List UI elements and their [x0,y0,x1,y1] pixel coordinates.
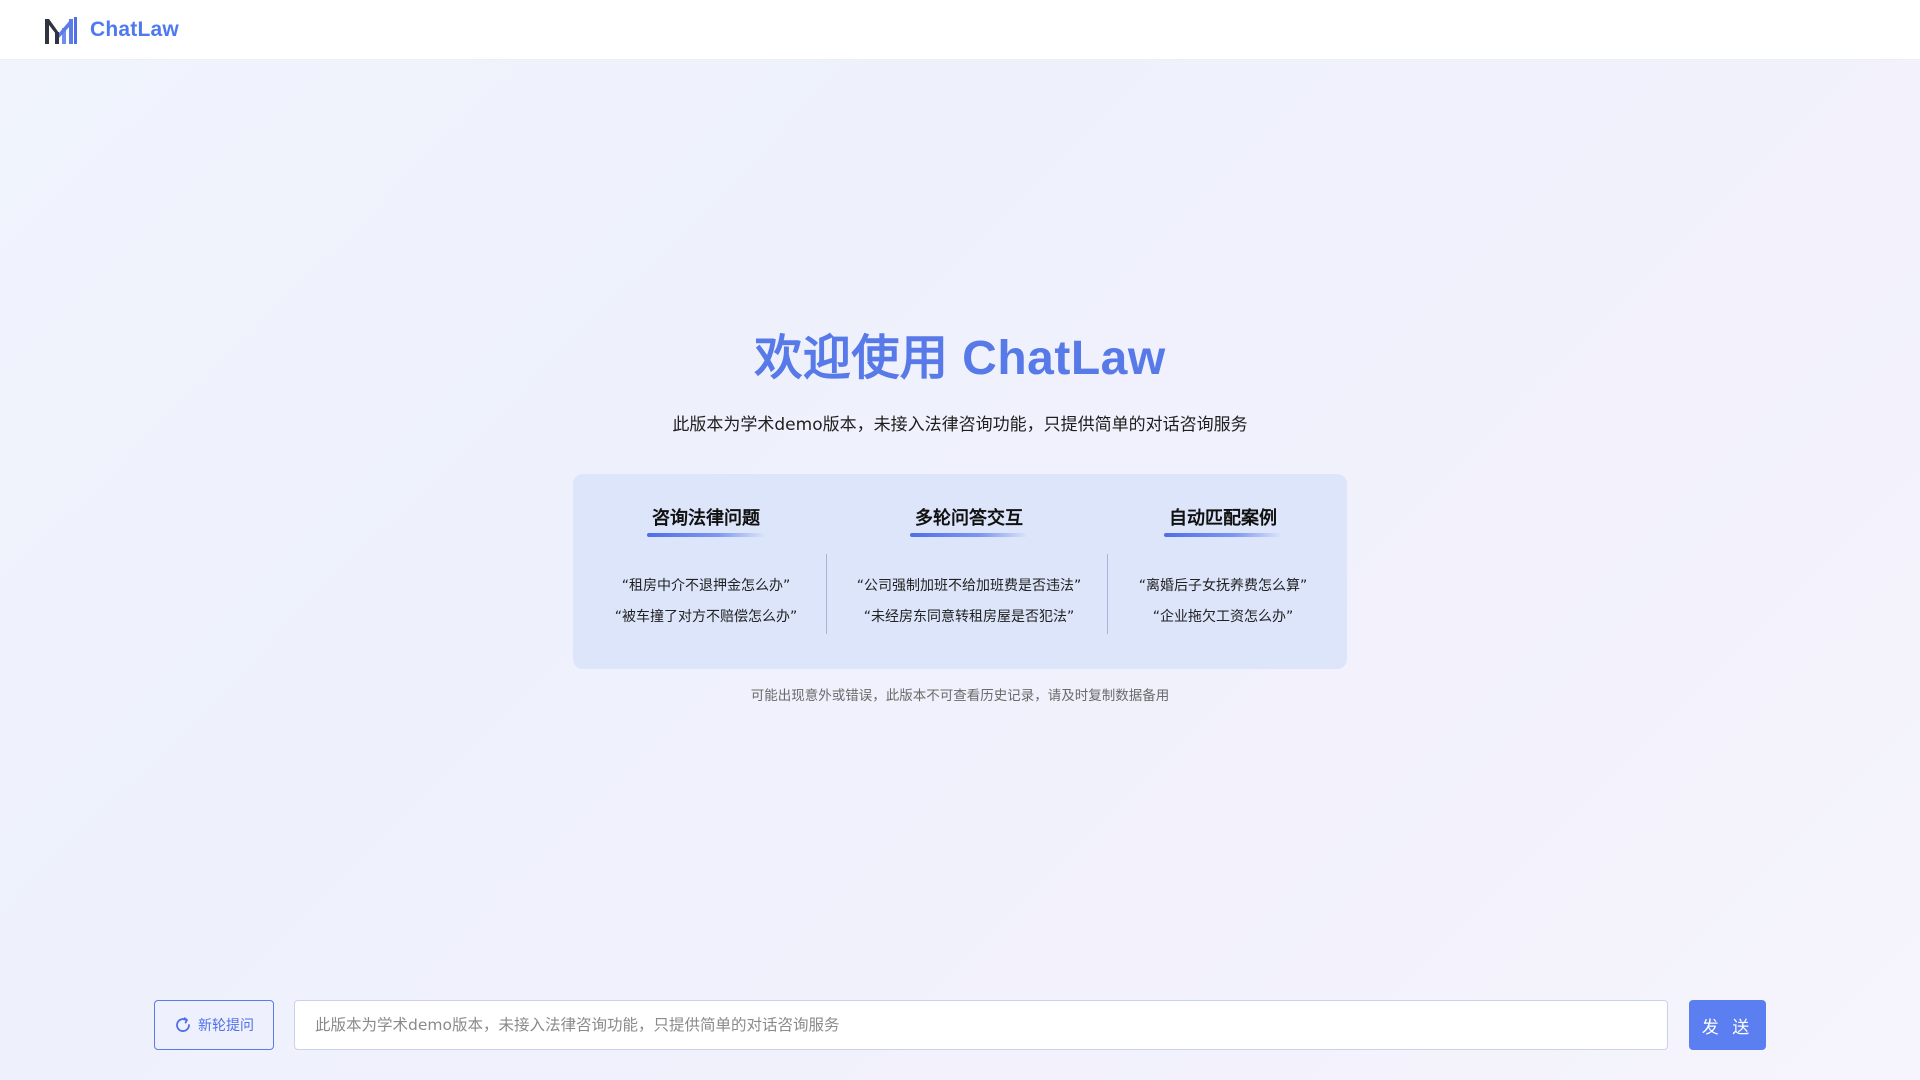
new-round-label: 新轮提问 [198,1017,254,1033]
feature-title: 多轮问答交互 [910,504,1028,537]
hero: 欢迎使用 ChatLaw 此版本为学术demo版本，未接入法律咨询功能，只提供简… [0,318,1920,435]
chat-input[interactable] [294,1000,1668,1050]
example-question[interactable]: “企业拖欠工资怎么办” [1099,602,1347,633]
column-divider [826,554,827,634]
logo[interactable]: ChatLaw [44,15,179,45]
feature-title: 咨询法律问题 [647,504,765,537]
feature-multi-turn: 多轮问答交互 “公司强制加班不给加班费是否违法” “未经房东同意转租房屋是否犯法… [839,474,1099,669]
refresh-icon [176,1017,190,1032]
example-question[interactable]: “租房中介不退押金怎么办” [573,571,839,602]
example-question[interactable]: “被车撞了对方不赔偿怎么办” [573,602,839,633]
bar-chart-logo-icon [45,16,77,44]
send-button[interactable]: 发 送 [1689,1000,1766,1050]
input-bar: 新轮提问 发 送 [0,1000,1920,1050]
feature-panel: 咨询法律问题 “租房中介不退押金怎么办” “被车撞了对方不赔偿怎么办” 多轮问答… [573,474,1347,669]
page-title: 欢迎使用 ChatLaw [754,332,1166,385]
top-header: ChatLaw [0,0,1920,60]
disclaimer-text: 可能出现意外或错误，此版本不可查看历史记录，请及时复制数据备用 [750,688,1170,704]
new-round-button[interactable]: 新轮提问 [154,1000,274,1050]
brand-name: ChatLaw [90,17,179,41]
example-question[interactable]: “离婚后子女抚养费怎么算” [1099,571,1347,602]
feature-legal-consult: 咨询法律问题 “租房中介不退押金怎么办” “被车撞了对方不赔偿怎么办” [573,474,839,669]
example-question[interactable]: “未经房东同意转租房屋是否犯法” [839,602,1099,633]
feature-case-match: 自动匹配案例 “离婚后子女抚养费怎么算” “企业拖欠工资怎么办” [1099,474,1347,669]
feature-title: 自动匹配案例 [1164,504,1282,537]
example-question[interactable]: “公司强制加班不给加班费是否违法” [839,571,1099,602]
page-subtitle: 此版本为学术demo版本，未接入法律咨询功能，只提供简单的对话咨询服务 [672,415,1248,435]
